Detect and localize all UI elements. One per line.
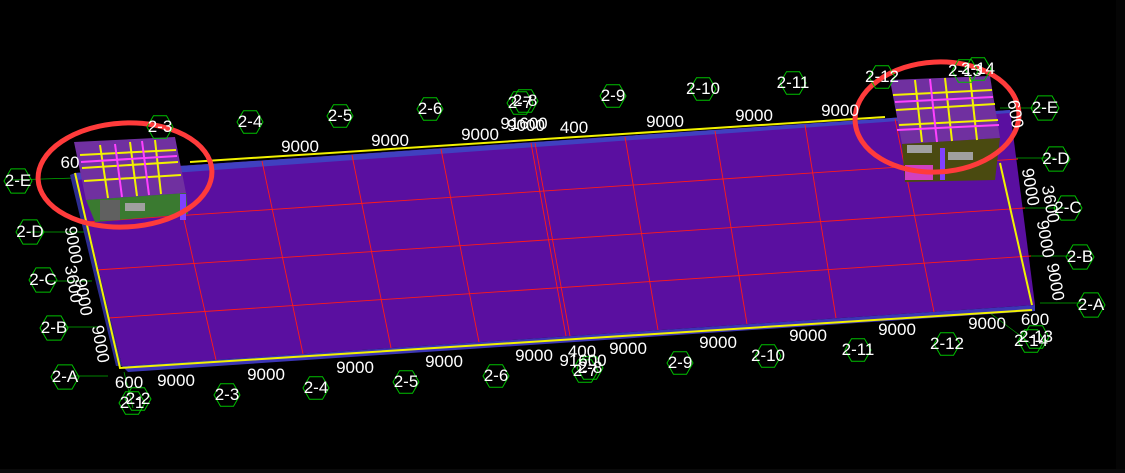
status-strip <box>0 469 1125 473</box>
dim-top-6: 9000 <box>735 106 773 125</box>
dim-bottom-2: 9000 <box>247 365 285 384</box>
axis-right-label-2-E: 2-E <box>1032 98 1058 117</box>
axis-left-label-2-E: 2-E <box>5 171 31 190</box>
axis-right-label-2-D: 2-D <box>1042 149 1069 168</box>
dim-bottom-4: 9000 <box>425 352 463 371</box>
vertical-edge <box>1116 0 1125 473</box>
axis-top-label-2-9: 2-9 <box>601 86 626 105</box>
axis-left-label-2-C: 2-C <box>29 270 56 289</box>
axis-bottom-label-2-12: 2-12 <box>930 334 964 353</box>
axis-bottom-label-2-9: 2-9 <box>668 353 693 372</box>
dim-bottom-11: 9000 <box>968 314 1006 333</box>
axis-top-label-2-5: 2-5 <box>328 106 353 125</box>
axis-bottom-label-2-3: 2-3 <box>215 385 240 404</box>
dim-top-4: 400 <box>560 118 588 137</box>
dim-bottom-10: 9000 <box>878 320 916 339</box>
dim-top-5: 9000 <box>646 112 684 131</box>
dim-top-0: 9000 <box>281 137 319 156</box>
axis-top-label-2-3: 2-3 <box>148 117 173 136</box>
dim-left-4: 60 <box>61 153 80 172</box>
dim-bottom-1: 9000 <box>157 371 195 390</box>
axis-top-label-2-11: 2-11 <box>777 73 810 92</box>
axis-bottom-label-2-5: 2-5 <box>394 372 419 391</box>
axis-right-label-2-A: 2-A <box>1078 295 1105 314</box>
dim-bottom-9: 9000 <box>789 326 827 345</box>
model-canvas[interactable]: 2-12-2 2-3 2-4 2-5 2-6 2-72-8 2-9 2-10 2-11 2-12 2… <box>0 0 1125 473</box>
axis-top-label-2-10: 2-10 <box>686 79 720 98</box>
dim-bottom-12: 600 <box>1021 310 1049 329</box>
axis-bottom-label-2-11: 2-11 <box>842 340 875 359</box>
dim-top-total: 91600 <box>500 114 547 133</box>
dim-top-7: 9000 <box>821 101 859 120</box>
dim-bottom-0: 600 <box>115 373 143 392</box>
axis-top-label-2-8: 2-8 <box>513 91 538 110</box>
axis-top-label-2-12: 2-12 <box>865 67 899 86</box>
axis-bottom-label-2-14: 2-14 <box>1014 331 1048 350</box>
dim-bottom-8: 9000 <box>699 333 737 352</box>
right-structure[interactable] <box>890 76 1000 182</box>
axis-left-label-2-B: 2-B <box>41 318 67 337</box>
dim-top-1: 9000 <box>371 131 409 150</box>
axis-bottom-label-2-6: 2-6 <box>484 366 509 385</box>
axis-top-label-2-4: 2-4 <box>238 112 263 131</box>
axis-top-label-2-14: 2-14 <box>961 59 995 78</box>
axis-left-label-2-A: 2-A <box>52 367 79 386</box>
dim-bottom-total: 91600 <box>559 351 606 370</box>
dim-bottom-5: 9000 <box>515 346 553 365</box>
axis-bottom-label-2-4: 2-4 <box>304 378 329 397</box>
dim-top-2: 9000 <box>461 125 499 144</box>
axis-top-label-2-6: 2-6 <box>418 99 443 118</box>
left-structure[interactable] <box>74 137 188 222</box>
dim-bottom-3: 9000 <box>336 358 374 377</box>
dim-bottom-7: 9000 <box>609 339 647 358</box>
axis-right-label-2-B: 2-B <box>1067 247 1093 266</box>
axis-left-label-2-D: 2-D <box>16 222 43 241</box>
model-3d-viewport[interactable]: 2-1 2-2 2-3 2-4 2-5 2-6 2-7 2-8 2-9 2-10 2-11 2-12 2… <box>0 0 1125 473</box>
axis-bottom-label-2-10: 2-10 <box>751 346 785 365</box>
